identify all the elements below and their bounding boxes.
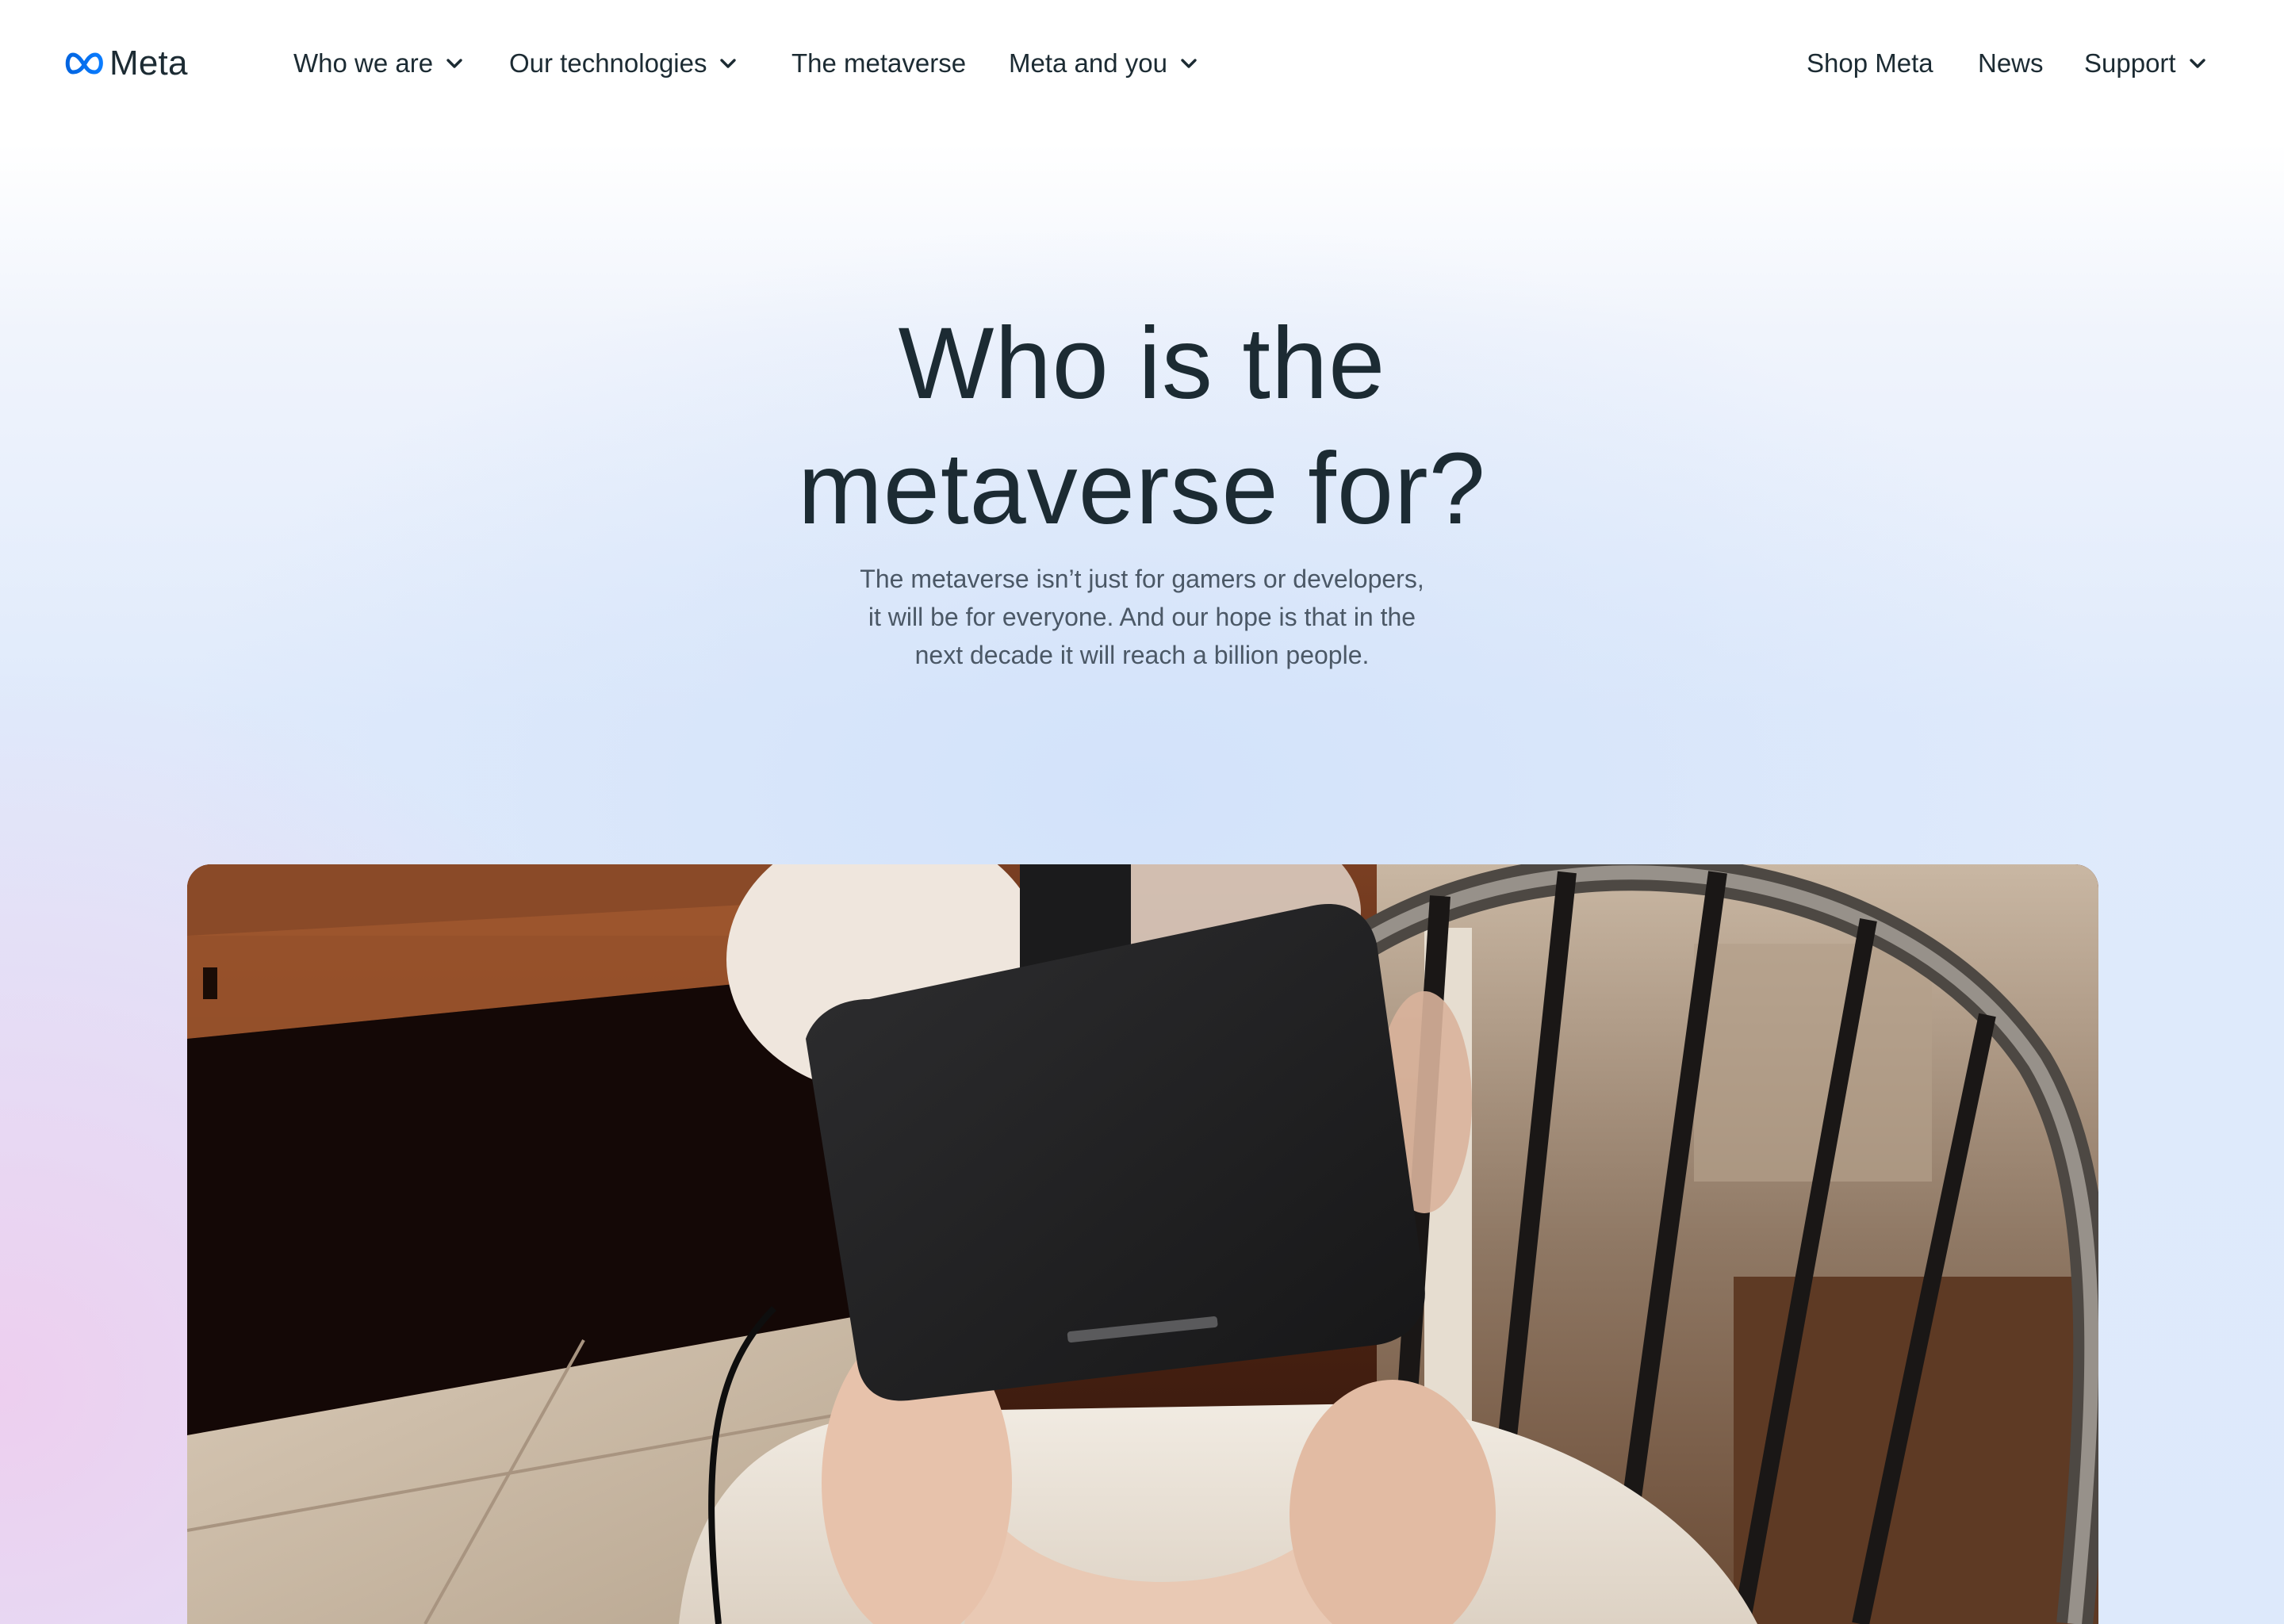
page-title-line: metaverse for? bbox=[798, 432, 1486, 546]
nav-item-the-metaverse[interactable]: The metaverse bbox=[791, 44, 966, 82]
nav-item-label: The metaverse bbox=[791, 48, 967, 78]
nav-item-label: Meta and you bbox=[1009, 48, 1167, 78]
hero-subtitle-line: The metaverse isn’t just for gamers or d… bbox=[860, 565, 1424, 593]
chevron-down-icon bbox=[2189, 58, 2206, 69]
nav-item-label: Who we are bbox=[293, 48, 434, 78]
nav-item-shop-meta[interactable]: Shop Meta bbox=[1807, 44, 1933, 82]
nav-item-news[interactable]: News bbox=[1978, 44, 2044, 82]
vr-headset-photo bbox=[187, 864, 2098, 1624]
nav-item-meta-and-you[interactable]: Meta and you bbox=[1009, 44, 1198, 82]
chevron-down-icon bbox=[1180, 58, 1198, 69]
nav-item-label: Shop Meta bbox=[1807, 48, 1933, 78]
nav-item-label: Support bbox=[2084, 48, 2176, 78]
nav-item-our-technologies[interactable]: Our technologies bbox=[509, 44, 737, 82]
page-title: Who is the metaverse for? bbox=[666, 301, 1618, 552]
hero-subtitle: The metaverse isn’t just for gamers or d… bbox=[825, 560, 1459, 674]
nav-item-label: Our technologies bbox=[509, 48, 707, 78]
nav-item-support[interactable]: Support bbox=[2084, 44, 2206, 82]
meta-infinity-logo-icon bbox=[63, 52, 106, 75]
chevron-down-icon bbox=[719, 58, 737, 69]
nav-item-label: News bbox=[1978, 48, 2044, 78]
hero-subtitle-line: it will be for everyone. And our hope is… bbox=[868, 603, 1416, 631]
hero-subtitle-line: next decade it will reach a billion peop… bbox=[914, 641, 1370, 669]
page-title-line: Who is the bbox=[898, 307, 1386, 420]
brand-name: Meta bbox=[109, 44, 188, 82]
nav-item-who-we-are[interactable]: Who we are bbox=[293, 44, 463, 82]
meta-logo-link[interactable]: Meta bbox=[63, 43, 188, 84]
hero-video[interactable] bbox=[187, 864, 2098, 1624]
chevron-down-icon bbox=[446, 58, 463, 69]
top-navigation: Meta Who we are Our technologies The met… bbox=[0, 0, 2284, 127]
